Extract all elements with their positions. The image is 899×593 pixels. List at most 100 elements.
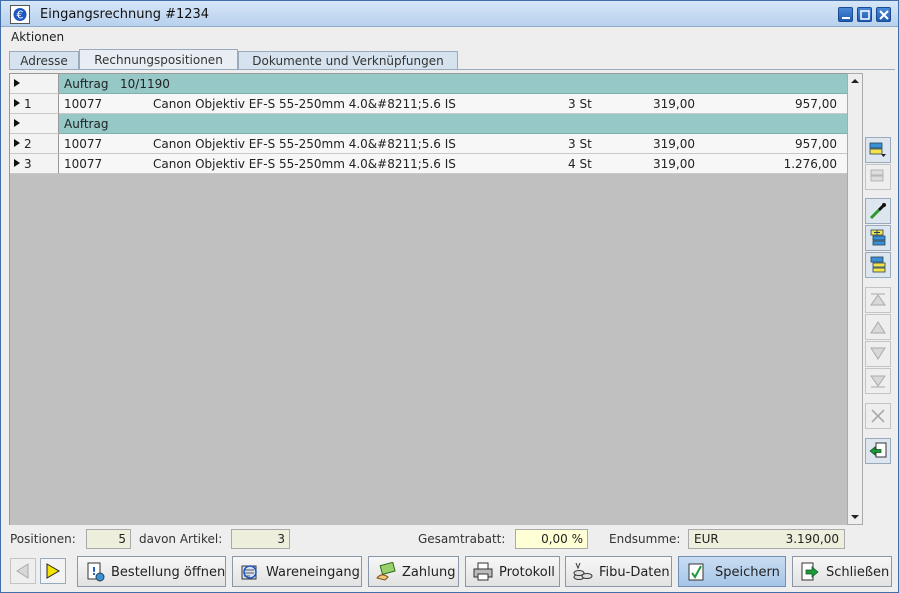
invoice-window: € Eingangsrechnung #1234 Aktionen Adress… [0, 0, 899, 593]
discount-label: Gesamtrabatt: [418, 532, 506, 546]
line-total: 957,00 [795, 97, 837, 111]
table-row[interactable]: 3 10077 Canon Objektiv EF-S 55-250mm 4.0… [10, 154, 848, 174]
insert-group-button[interactable] [865, 225, 891, 251]
total-amount: 3.190,00 [785, 532, 839, 546]
tab-dokumente[interactable]: Dokumente und Verknüpfungen [238, 51, 458, 70]
row-header[interactable]: 3 [10, 154, 59, 174]
unit-price: 319,00 [653, 137, 695, 151]
money-hand-icon [376, 562, 396, 581]
table-row[interactable]: 1 10077 Canon Objektiv EF-S 55-250mm 4.0… [10, 94, 848, 114]
move-top-icon [870, 293, 886, 306]
article-number: 10077 [64, 137, 103, 151]
row-header[interactable]: 1 [10, 94, 59, 114]
move-up-icon [870, 321, 886, 334]
article-description: Canon Objektiv EF-S 55-250mm 4.0&#8211;5… [153, 137, 456, 151]
total-field: EUR 3.190,00 [688, 529, 845, 549]
edit-position-button[interactable] [865, 198, 891, 224]
close-window-button[interactable] [876, 7, 891, 22]
insert-group-icon [870, 229, 886, 246]
row-number: 3 [24, 157, 32, 171]
import-arrow-icon [869, 442, 887, 458]
row-number: 2 [24, 137, 32, 151]
table-row[interactable]: 2 10077 Canon Objektiv EF-S 55-250mm 4.0… [10, 134, 848, 154]
line-total: 1.276,00 [783, 157, 837, 171]
goods-receipt-button[interactable]: Wareneingang [232, 556, 362, 587]
exit-arrow-icon [801, 562, 819, 581]
fibu-data-button[interactable]: Fibu-Daten [565, 556, 672, 587]
printer-icon [473, 562, 493, 581]
scroll-down-button[interactable] [848, 510, 862, 524]
menu-bar: Aktionen [1, 28, 898, 48]
scroll-up-icon [851, 79, 859, 83]
article-description: Canon Objektiv EF-S 55-250mm 4.0&#8211;5… [153, 97, 456, 111]
save-button[interactable]: Speichern [678, 556, 786, 587]
svg-text:€: € [17, 9, 24, 22]
line-total: 957,00 [795, 137, 837, 151]
move-top-button[interactable] [865, 287, 891, 313]
row-number: 1 [24, 97, 32, 111]
scroll-up-button[interactable] [848, 74, 862, 88]
scroll-down-icon [851, 515, 859, 519]
row-expand-icon [14, 159, 20, 167]
group-label: Auftrag [64, 77, 109, 91]
coins-icon [573, 562, 593, 580]
previous-button[interactable] [10, 558, 36, 584]
maximize-button[interactable] [857, 7, 872, 22]
row-header[interactable]: 2 [10, 134, 59, 154]
arrow-left-icon [16, 563, 29, 579]
group-rows-icon [870, 256, 886, 273]
open-order-button[interactable]: ! Bestellung öffnen [77, 556, 226, 587]
positions-label: Positionen: [10, 532, 76, 546]
add-position-button[interactable] [865, 137, 891, 163]
action-bar: ! Bestellung öffnen Wareneingang Zahlung… [1, 554, 898, 592]
move-up-button[interactable] [865, 314, 891, 340]
quantity: 4 St [568, 157, 592, 171]
delete-x-icon [871, 409, 885, 423]
row-expand-icon [14, 99, 20, 107]
positions-count: 5 [86, 529, 131, 549]
pipette-icon [869, 203, 886, 220]
row-expand-icon [14, 139, 20, 147]
group-number: 10/1190 [120, 77, 170, 91]
grid-scrollbar[interactable] [847, 73, 863, 525]
quantity: 3 St [568, 137, 592, 151]
delete-position-button[interactable] [865, 403, 891, 429]
positions-grid: Auftrag 10/1190 1 10077 Canon Objektiv E… [9, 73, 848, 525]
row-header[interactable] [10, 114, 59, 134]
close-button[interactable]: Schließen [792, 556, 892, 587]
move-bottom-button[interactable] [865, 368, 891, 394]
move-bottom-icon [870, 375, 886, 388]
group-label: Auftrag [64, 117, 109, 131]
row-header[interactable] [10, 74, 59, 94]
title-bar: € Eingangsrechnung #1234 [1, 1, 898, 27]
remove-position-button[interactable] [865, 164, 891, 190]
group-row[interactable]: Auftrag 10/1190 [10, 74, 848, 94]
euro-icon: € [10, 5, 30, 24]
row-expand-icon [14, 119, 20, 127]
tab-adresse[interactable]: Adresse [9, 51, 79, 70]
group-positions-button[interactable] [865, 252, 891, 278]
tab-divider [9, 69, 895, 70]
payment-button[interactable]: Zahlung [368, 556, 459, 587]
next-button[interactable] [40, 558, 66, 584]
tab-rechnungspositionen[interactable]: Rechnungspositionen [79, 49, 238, 70]
receipt-icon [241, 565, 257, 580]
arrow-right-icon [46, 563, 60, 579]
order-icon: ! [87, 562, 105, 582]
move-down-icon [870, 347, 886, 360]
unit-price: 319,00 [653, 157, 695, 171]
discount-field[interactable]: 0,00 % [515, 529, 588, 549]
move-down-button[interactable] [865, 341, 891, 367]
article-description: Canon Objektiv EF-S 55-250mm 4.0&#8211;5… [153, 157, 456, 171]
total-label: Endsumme: [609, 532, 681, 546]
protocol-button[interactable]: Protokoll [465, 556, 560, 587]
minimize-button[interactable] [838, 7, 853, 22]
save-check-icon [688, 563, 704, 581]
group-row[interactable]: Auftrag [10, 114, 848, 134]
import-position-button[interactable] [865, 438, 891, 464]
unit-price: 319,00 [653, 97, 695, 111]
window-title: Eingangsrechnung #1234 [40, 7, 210, 22]
currency: EUR [694, 532, 719, 546]
article-number: 10077 [64, 157, 103, 171]
menu-actions[interactable]: Aktionen [11, 30, 64, 44]
